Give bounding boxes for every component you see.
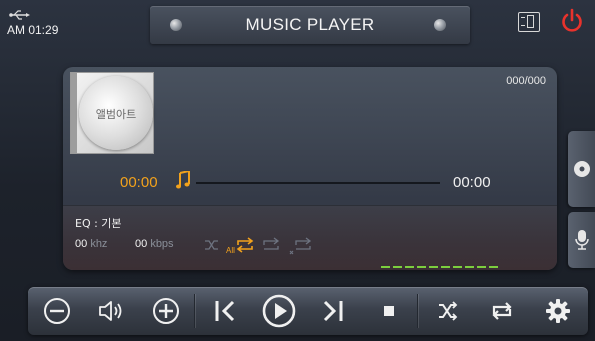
microphone-icon xyxy=(575,230,589,250)
volume-mute-button[interactable] xyxy=(89,287,133,335)
speaker-icon xyxy=(99,301,122,321)
bit-rate-value: 00 xyxy=(135,238,148,250)
display-mode-icon xyxy=(521,17,525,26)
next-button[interactable] xyxy=(312,287,356,335)
title-plate: MUSIC PLAYER xyxy=(150,6,470,44)
top-bar: AM 01:29 MUSIC PLAYER xyxy=(0,0,595,50)
music-note-icon xyxy=(176,171,190,189)
plus-circle-icon xyxy=(153,298,179,324)
divider xyxy=(194,294,195,328)
total-time: 00:00 xyxy=(453,174,491,191)
sample-rate: 00 khz xyxy=(75,238,107,250)
play-icon xyxy=(262,294,296,328)
volume-down-button[interactable] xyxy=(35,287,79,335)
disc-icon xyxy=(574,161,590,177)
repeat-all-text: All xyxy=(226,246,235,255)
repeat-off-icon xyxy=(289,237,312,255)
album-art[interactable]: 앨범아트 xyxy=(70,72,154,154)
track-counter: 000/000 xyxy=(506,75,546,87)
repeat-button[interactable] xyxy=(480,287,524,335)
page-title: MUSIC PLAYER xyxy=(245,15,375,34)
skip-next-icon xyxy=(323,300,343,322)
disc-tab[interactable] xyxy=(568,131,595,207)
microphone-tab[interactable] xyxy=(568,212,595,268)
volume-up-button[interactable] xyxy=(144,287,188,335)
bit-rate-unit: kbps xyxy=(150,238,174,250)
sample-rate-value: 00 xyxy=(75,238,88,250)
gear-icon xyxy=(546,299,570,323)
shuffle-button[interactable] xyxy=(425,287,469,335)
shuffle-indicator-icon xyxy=(205,240,218,250)
stop-icon xyxy=(384,306,394,316)
clock-time: AM 01:29 xyxy=(7,23,59,37)
sample-rate-unit: khz xyxy=(90,238,108,250)
previous-button[interactable] xyxy=(202,287,246,335)
repeat-all-icon xyxy=(236,237,254,253)
display-mode-button[interactable] xyxy=(518,12,540,32)
shuffle-icon xyxy=(439,301,458,321)
play-button[interactable] xyxy=(257,287,301,335)
bit-rate: 00 kbps xyxy=(135,238,174,250)
minus-circle-icon xyxy=(44,298,70,324)
skip-previous-icon xyxy=(215,300,235,322)
repeat-one-icon xyxy=(263,237,280,250)
settings-button[interactable] xyxy=(536,287,580,335)
control-bar xyxy=(28,287,588,335)
divider xyxy=(417,294,418,328)
album-art-label: 앨범아트 xyxy=(95,108,137,121)
repeat-mode-indicators: All xyxy=(205,237,312,255)
level-meter xyxy=(381,255,501,270)
usb-icon xyxy=(9,10,30,20)
power-button[interactable] xyxy=(560,8,584,34)
progress-bar[interactable] xyxy=(196,182,440,184)
repeat-icon xyxy=(492,302,512,320)
rivet-icon xyxy=(434,19,446,31)
current-time: 00:00 xyxy=(120,174,158,191)
now-playing-card: 앨범아트 000/000 00:00 00:00 EQ : 기본 00 khz … xyxy=(63,67,557,270)
stop-button[interactable] xyxy=(367,287,411,335)
eq-label: EQ : 기본 xyxy=(75,217,122,230)
